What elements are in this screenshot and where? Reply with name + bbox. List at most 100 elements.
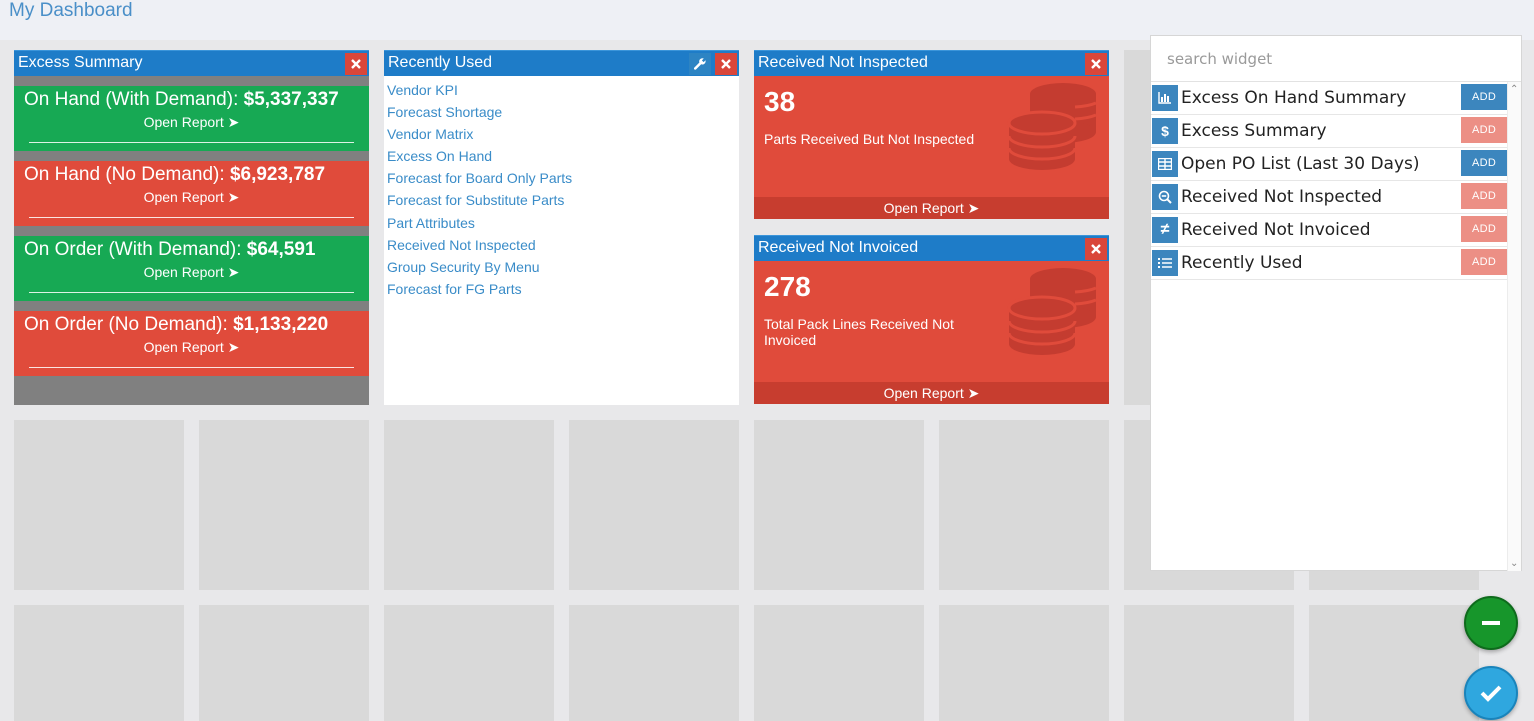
- widget-header: Excess Summary: [14, 50, 369, 76]
- widget-list-scrollbar[interactable]: ⌃ ⌄: [1507, 82, 1521, 571]
- open-report-link[interactable]: Open Report ➤: [14, 114, 369, 131]
- tile-label: On Hand (No Demand):: [24, 164, 225, 185]
- open-report-link[interactable]: Open Report ➤: [14, 264, 369, 281]
- add-widget-button[interactable]: ADD: [1461, 84, 1507, 110]
- open-report-link[interactable]: Open Report ➤: [754, 382, 1109, 404]
- widget-title: Received Not Invoiced: [758, 239, 919, 256]
- search-widget-input[interactable]: [1167, 49, 1497, 68]
- close-widget-button[interactable]: [1085, 238, 1107, 260]
- open-report-link[interactable]: Open Report ➤: [14, 339, 369, 356]
- add-widget-button[interactable]: ADD: [1461, 183, 1507, 209]
- minus-icon: [1482, 621, 1500, 625]
- recently-used-widget: Recently Used Vendor KPI Forecast Shorta…: [384, 50, 739, 405]
- widget-header: Received Not Invoiced: [754, 235, 1109, 261]
- widget-name: Received Not Inspected: [1181, 187, 1383, 207]
- excess-summary-widget: Excess Summary On Hand (With Demand): $5…: [14, 50, 369, 405]
- kpi-label: Total Pack Lines Received Not Invoiced: [764, 316, 954, 348]
- summary-tile: On Hand (No Demand): $6,923,787 Open Rep…: [14, 161, 369, 226]
- close-widget-button[interactable]: [1085, 53, 1107, 75]
- kpi-count: 38: [764, 86, 796, 117]
- arrow-circle-right-icon: ➤: [967, 200, 980, 216]
- grid-cell-empty: [14, 605, 184, 721]
- list-icon: [1152, 250, 1178, 276]
- check-icon: [1480, 685, 1502, 702]
- recent-link[interactable]: Part Attributes: [387, 212, 736, 234]
- widget-name: Open PO List (Last 30 Days): [1181, 154, 1420, 174]
- grid-cell-empty: [939, 420, 1109, 590]
- recent-link[interactable]: Forecast for Board Only Parts: [387, 167, 736, 189]
- grid-cell-empty: [199, 605, 369, 721]
- kpi-count: 278: [764, 271, 811, 302]
- kpi-body: 38 Parts Received But Not Inspected Open…: [754, 76, 1109, 219]
- widget-title: Recently Used: [388, 54, 493, 71]
- widget-name: Excess On Hand Summary: [1181, 88, 1407, 108]
- kpi-body: 278 Total Pack Lines Received Not Invoic…: [754, 261, 1109, 404]
- widget-title: Received Not Inspected: [758, 54, 928, 71]
- arrow-circle-right-icon: ➤: [227, 339, 240, 355]
- arrow-circle-right-icon: ➤: [227, 114, 240, 130]
- widget-title: Excess Summary: [18, 54, 143, 71]
- search-bar: [1151, 36, 1521, 82]
- recent-link[interactable]: Group Security By Menu: [387, 256, 736, 278]
- widget-list-item: ≠ Received Not Invoiced ADD: [1151, 214, 1507, 247]
- grid-cell-empty: [384, 605, 554, 721]
- wrench-icon: [693, 58, 706, 70]
- add-widget-button[interactable]: ADD: [1461, 117, 1507, 143]
- summary-tile: On Hand (With Demand): $5,337,337 Open R…: [14, 86, 369, 151]
- chevron-up-icon[interactable]: ⌃: [1510, 84, 1518, 95]
- widget-header: Recently Used: [384, 50, 739, 76]
- close-widget-button[interactable]: [715, 53, 737, 75]
- summary-tile: On Order (With Demand): $64,591 Open Rep…: [14, 236, 369, 301]
- open-report-link[interactable]: Open Report ➤: [754, 197, 1109, 219]
- open-report-link[interactable]: Open Report ➤: [14, 189, 369, 206]
- widget-list-item: $ Excess Summary ADD: [1151, 115, 1507, 148]
- recent-link[interactable]: Forecast Shortage: [387, 101, 736, 123]
- received-not-inspected-widget: Received Not Inspected 38 Parts Received…: [754, 50, 1109, 219]
- zoom-out-icon: [1152, 184, 1178, 210]
- configure-widget-button[interactable]: [689, 53, 711, 75]
- kpi-label: Parts Received But Not Inspected: [764, 131, 975, 147]
- widget-list-item: Open PO List (Last 30 Days) ADD: [1151, 148, 1507, 181]
- grid-cell-empty: [199, 420, 369, 590]
- recent-link[interactable]: Received Not Inspected: [387, 234, 736, 256]
- summary-tile: On Order (No Demand): $1,133,220 Open Re…: [14, 311, 369, 376]
- grid-cell-empty: [1124, 605, 1294, 721]
- chevron-down-icon[interactable]: ⌄: [1510, 558, 1518, 569]
- tile-label: On Order (With Demand):: [24, 239, 242, 260]
- recent-link[interactable]: Excess On Hand: [387, 145, 736, 167]
- widget-list: Excess On Hand Summary ADD $ Excess Summ…: [1151, 82, 1507, 280]
- grid-cell-empty: [569, 420, 739, 590]
- grid-cell-empty: [569, 605, 739, 721]
- tile-value: $5,337,337: [243, 89, 339, 110]
- add-widget-button[interactable]: ADD: [1461, 150, 1507, 176]
- close-icon: [721, 59, 731, 69]
- grid-cell-empty: [384, 420, 554, 590]
- recent-link[interactable]: Forecast for FG Parts: [387, 278, 736, 300]
- arrow-circle-right-icon: ➤: [967, 385, 980, 401]
- recent-link[interactable]: Vendor Matrix: [387, 123, 736, 145]
- collapse-panel-button[interactable]: [1464, 596, 1518, 650]
- grid-cell-empty: [1309, 605, 1479, 721]
- table-icon: [1152, 151, 1178, 177]
- dollar-icon: $: [1152, 118, 1178, 144]
- close-icon: [351, 59, 361, 69]
- recent-link[interactable]: Forecast for Substitute Parts: [387, 189, 736, 211]
- add-widget-button[interactable]: ADD: [1461, 216, 1507, 242]
- tile-value: $1,133,220: [233, 314, 329, 335]
- arrow-circle-right-icon: ➤: [227, 264, 240, 280]
- coins-icon: [1007, 83, 1097, 170]
- widget-name: Recently Used: [1181, 253, 1303, 273]
- recently-used-list: Vendor KPI Forecast Shortage Vendor Matr…: [384, 76, 739, 405]
- close-widget-button[interactable]: [345, 53, 367, 75]
- widget-header: Received Not Inspected: [754, 50, 1109, 76]
- arrow-circle-right-icon: ➤: [227, 189, 240, 205]
- save-layout-button[interactable]: [1464, 666, 1518, 720]
- widget-list-item: Excess On Hand Summary ADD: [1151, 82, 1507, 115]
- coins-icon: [1007, 268, 1097, 355]
- tile-label: On Hand (With Demand):: [24, 89, 239, 110]
- add-widget-button[interactable]: ADD: [1461, 249, 1507, 275]
- widget-name: Received Not Invoiced: [1181, 220, 1371, 240]
- recent-link[interactable]: Vendor KPI: [387, 79, 736, 101]
- page-title: My Dashboard: [9, 0, 133, 21]
- widget-picker-panel: Excess On Hand Summary ADD $ Excess Summ…: [1150, 35, 1522, 571]
